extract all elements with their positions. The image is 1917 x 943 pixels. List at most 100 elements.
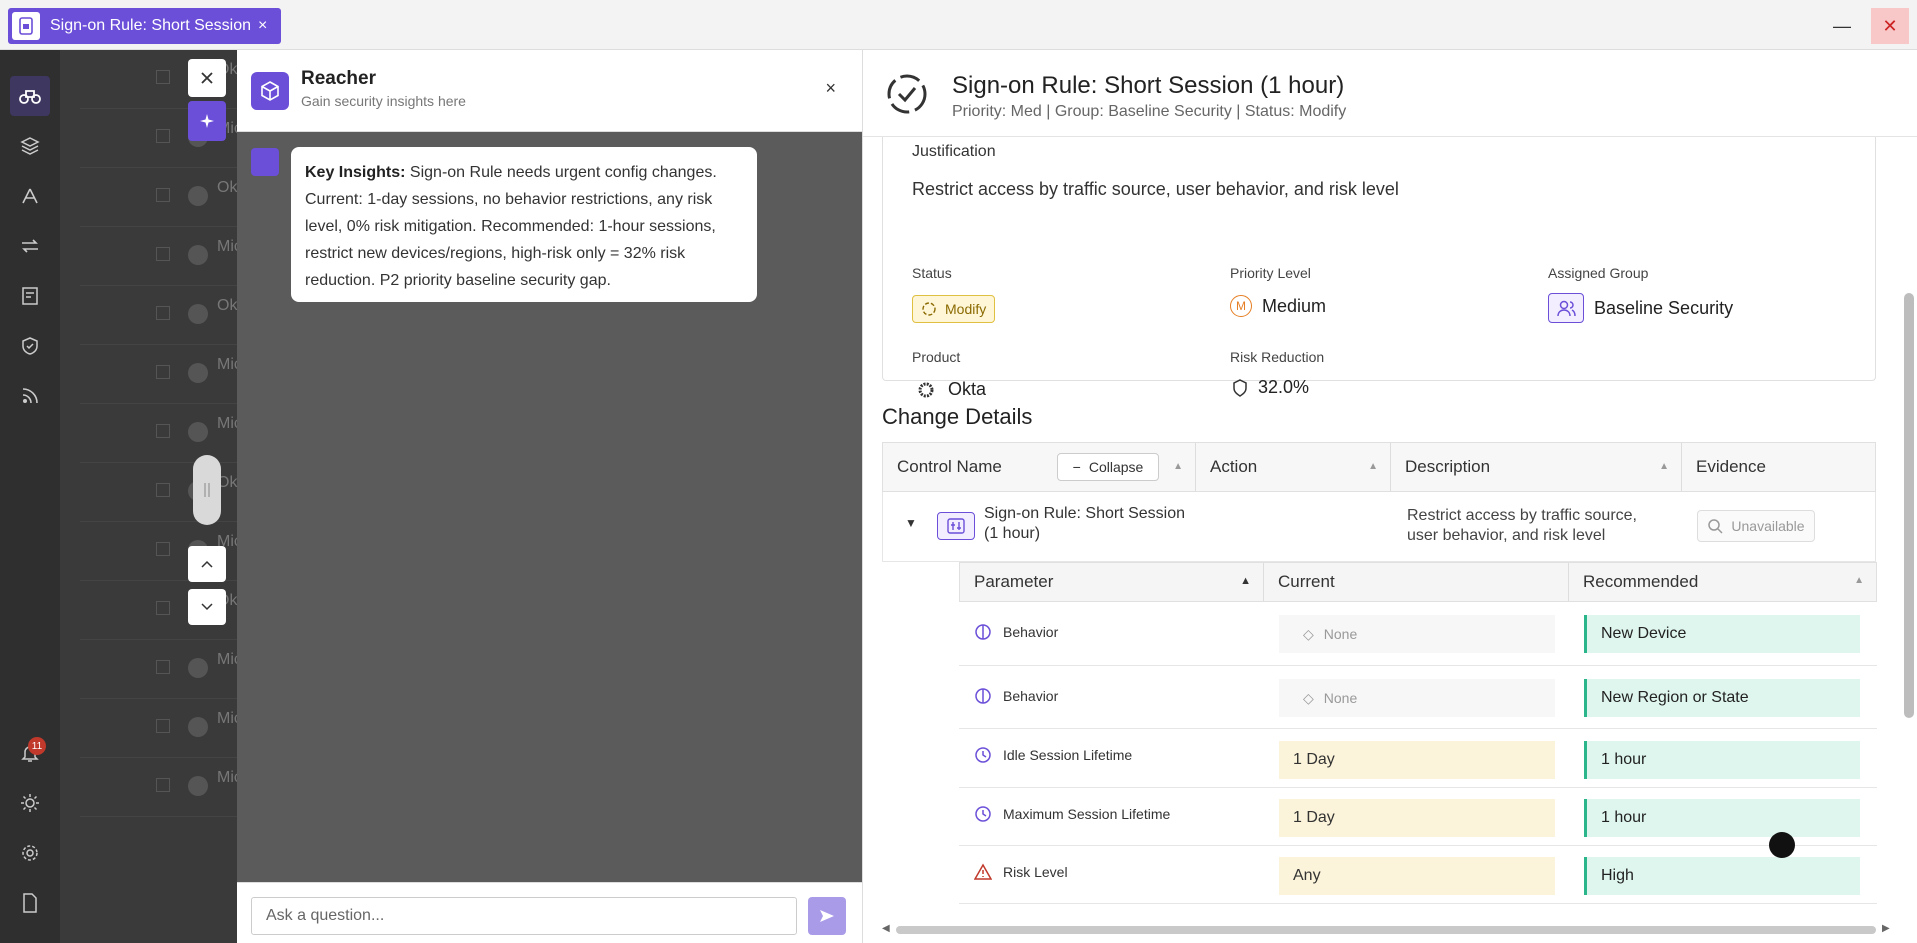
sort-icon[interactable]: ▲: [1368, 461, 1378, 472]
parameter-name: Behavior: [1003, 688, 1059, 704]
window-close-button[interactable]: ✕: [1871, 8, 1909, 44]
drag-handle[interactable]: [193, 455, 221, 525]
layers-icon[interactable]: [10, 126, 50, 166]
cube-icon: [251, 72, 289, 110]
sparkle-button[interactable]: [188, 101, 226, 141]
details-title: Sign-on Rule: Short Session (1 hour): [952, 72, 1345, 99]
notification-badge: 11: [28, 737, 46, 755]
recommended-value: New Region or State: [1584, 679, 1860, 717]
current-value: 1 Day: [1279, 741, 1555, 779]
okta-icon: [918, 382, 934, 397]
ask-input[interactable]: [251, 897, 797, 935]
clock-icon: [973, 745, 993, 765]
vertical-scrollbar[interactable]: [1902, 145, 1914, 943]
scrollbar-thumb[interactable]: [1904, 293, 1914, 718]
priority-label: Priority Level: [1230, 265, 1311, 281]
parameter-name: Risk Level: [1003, 864, 1068, 880]
current-value: 1 Day: [1279, 799, 1555, 837]
bell-icon[interactable]: 11: [10, 733, 50, 773]
col-current[interactable]: Current: [1264, 563, 1569, 601]
priority-value: M Medium: [1230, 295, 1326, 317]
sort-icon[interactable]: ▲: [1854, 575, 1864, 586]
justification-value: Restrict access by traffic source, user …: [912, 179, 1399, 199]
app-tab[interactable]: Sign-on Rule: Short Session ×: [8, 8, 281, 44]
scroll-right-icon[interactable]: ▶: [1882, 923, 1890, 934]
modify-icon: [922, 302, 936, 316]
sun-icon[interactable]: [10, 783, 50, 823]
sort-icon[interactable]: ▲: [1173, 461, 1183, 472]
list-item: Micro Cond: [80, 404, 299, 463]
col-description[interactable]: Description ▲: [1391, 443, 1682, 491]
parameter-row: Maximum Session Lifetime 1 Day 1 hour: [959, 788, 1877, 846]
parameter-name: Maximum Session Lifetime: [1003, 806, 1171, 822]
collapse-button[interactable]: − Collapse: [1057, 453, 1159, 481]
evidence-button[interactable]: Unavailable: [1697, 510, 1815, 542]
shield-icon: [1233, 378, 1247, 397]
send-icon: [820, 910, 834, 922]
col-parameter[interactable]: Parameter ▲: [960, 563, 1264, 601]
priority-icon: M: [1230, 295, 1252, 317]
col-recommended[interactable]: Recommended ▲: [1569, 563, 1876, 601]
risk-label: Risk Reduction: [1230, 349, 1325, 365]
horizontal-scrollbar[interactable]: ◀ ▶: [882, 923, 1900, 935]
list-item: Okta: [80, 286, 251, 345]
recommended-value: New Device: [1584, 615, 1860, 653]
change-details-title: Change Details: [882, 404, 1033, 429]
file-icon[interactable]: [10, 883, 50, 923]
status-value: Modify: [945, 301, 987, 317]
warning-icon: [973, 862, 993, 882]
list-item: Micro Cond: [80, 640, 299, 699]
triangle-a-icon[interactable]: [10, 176, 50, 216]
group-value: Baseline Security: [1548, 293, 1733, 323]
users-icon: [1548, 293, 1584, 323]
parameter-header: Parameter ▲ Current Recommended ▲: [959, 562, 1877, 602]
parameter-row: Idle Session Lifetime 1 Day 1 hour: [959, 729, 1877, 788]
transfer-icon[interactable]: [10, 226, 50, 266]
status-label: Status: [912, 265, 952, 281]
clock-icon: [973, 804, 993, 824]
close-panel-button[interactable]: [188, 59, 226, 97]
risk-value: 32.0%: [1232, 377, 1309, 398]
list-item: Micro Cond: [80, 345, 299, 404]
parameter-row: Risk Level Any High: [959, 846, 1877, 904]
tab-title: Sign-on Rule: Short Session: [50, 17, 250, 34]
ask-bar: [237, 882, 862, 943]
sort-icon[interactable]: ▲: [1659, 461, 1669, 472]
sort-up-icon[interactable]: ▲: [1240, 575, 1251, 587]
col-control-name[interactable]: Control Name − Collapse ▲: [883, 443, 1196, 491]
reacher-subtitle: Gain security insights here: [301, 93, 466, 109]
reacher-title: Reacher: [301, 68, 376, 89]
scroll-left-icon[interactable]: ◀: [882, 923, 890, 934]
gear-icon[interactable]: [10, 833, 50, 873]
scrollbar-track[interactable]: [896, 926, 1876, 934]
recommended-value: 1 hour: [1584, 799, 1860, 837]
col-evidence[interactable]: Evidence: [1682, 443, 1875, 491]
feed-icon[interactable]: [10, 376, 50, 416]
reacher-close-button[interactable]: ×: [825, 78, 836, 99]
details-header: Sign-on Rule: Short Session (1 hour) Pri…: [863, 50, 1917, 137]
chevron-down-icon[interactable]: [188, 589, 226, 625]
send-button[interactable]: [808, 897, 846, 935]
minimize-button[interactable]: —: [1823, 8, 1861, 44]
current-value: ◇ None: [1279, 679, 1555, 717]
insight-message: Key Insights: Sign-on Rule needs urgent …: [291, 147, 757, 302]
reacher-header: Reacher Gain security insights here ×: [237, 50, 862, 132]
chevron-up-icon[interactable]: [188, 546, 226, 582]
group-label: Assigned Group: [1548, 265, 1649, 281]
expand-caret-icon[interactable]: ▼: [905, 516, 917, 530]
report-icon[interactable]: [10, 276, 50, 316]
rule-name: Sign-on Rule: Short Session (1 hour): [984, 505, 1185, 542]
justification-label: Justification: [912, 143, 996, 160]
insight-text: Sign-on Rule needs urgent config changes…: [305, 164, 717, 289]
tab-close-button[interactable]: ×: [258, 17, 267, 35]
table-row[interactable]: ▼ Sign-on Rule: Short Session (1 hour) R…: [882, 492, 1876, 562]
summary-card: Justification Restrict access by traffic…: [882, 137, 1876, 399]
search-icon: [1708, 519, 1723, 534]
parameter-name: Behavior: [1003, 624, 1059, 640]
col-action[interactable]: Action ▲: [1196, 443, 1391, 491]
shield-check-icon[interactable]: [10, 326, 50, 366]
reacher-panel: Reacher Gain security insights here × Ke…: [237, 50, 862, 943]
binoculars-icon[interactable]: [10, 76, 50, 116]
product-value: Okta: [916, 379, 986, 400]
details-subtitle: Priority: Med | Group: Baseline Security…: [952, 103, 1347, 120]
